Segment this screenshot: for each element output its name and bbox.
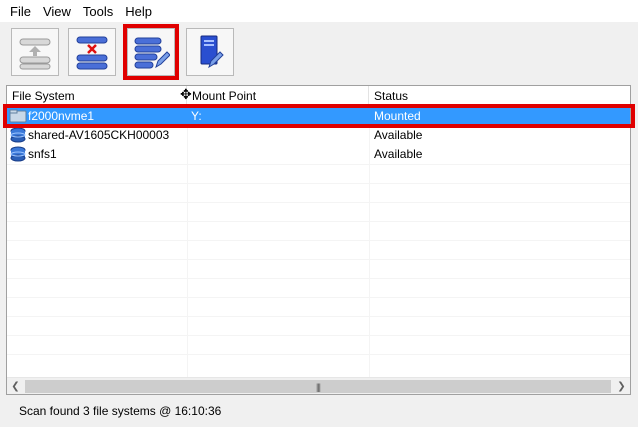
list-edit-icon bbox=[134, 37, 170, 69]
folder-drive-icon bbox=[9, 109, 27, 123]
status-bar: Scan found 3 file systems @ 16:10:36 bbox=[0, 398, 638, 427]
row-divider bbox=[7, 297, 630, 298]
filesystem-name: snfs1 bbox=[28, 147, 57, 161]
server-edit-icon bbox=[200, 35, 224, 69]
table-row[interactable]: shared-AV1605CKH00003 Available bbox=[7, 126, 630, 144]
grip-icon: ||| bbox=[315, 381, 321, 392]
remove-list-icon bbox=[76, 36, 108, 70]
disk-stack-icon bbox=[10, 127, 26, 143]
edit-mount-button[interactable] bbox=[123, 24, 179, 80]
status-value: Available bbox=[374, 147, 423, 161]
file-system-list[interactable]: File System Mount Point Status f2000nvme… bbox=[6, 85, 631, 395]
row-divider bbox=[7, 221, 630, 222]
scan-button[interactable] bbox=[11, 28, 59, 76]
disk-stack-icon bbox=[10, 146, 26, 162]
status-text: Scan found 3 file systems @ 16:10:36 bbox=[19, 404, 222, 418]
status-value: Available bbox=[374, 128, 423, 142]
scroll-left-button[interactable]: ❮ bbox=[7, 378, 24, 394]
column-header-mount-point[interactable]: Mount Point bbox=[187, 86, 369, 106]
column-header-file-system[interactable]: File System bbox=[7, 86, 187, 106]
chevron-left-icon: ❮ bbox=[11, 381, 20, 392]
table-row[interactable]: snfs1 Available bbox=[7, 145, 630, 163]
list-header: File System Mount Point Status bbox=[7, 86, 630, 106]
unmount-button[interactable] bbox=[68, 28, 116, 76]
toolbar bbox=[0, 22, 638, 84]
row-divider bbox=[7, 202, 630, 203]
filesystem-name: shared-AV1605CKH00003 bbox=[28, 128, 170, 142]
horizontal-scrollbar[interactable]: ❮ ||| ❯ bbox=[7, 377, 630, 394]
column-header-status[interactable]: Status bbox=[369, 86, 630, 106]
row-divider bbox=[7, 316, 630, 317]
row-divider bbox=[7, 335, 630, 336]
row-divider bbox=[7, 183, 630, 184]
server-edit-button[interactable] bbox=[186, 28, 234, 76]
row-divider bbox=[7, 240, 630, 241]
mount-point: Y: bbox=[191, 109, 202, 123]
scroll-right-button[interactable]: ❯ bbox=[613, 378, 630, 394]
table-row[interactable]: f2000nvme1 Y: Mounted bbox=[7, 107, 630, 125]
upload-list-icon bbox=[19, 38, 51, 70]
status-value: Mounted bbox=[374, 109, 421, 123]
menu-file[interactable]: File bbox=[4, 2, 37, 21]
row-divider bbox=[7, 354, 630, 355]
row-divider bbox=[7, 164, 630, 165]
menu-tools[interactable]: Tools bbox=[77, 2, 119, 21]
menu-bar: File View Tools Help bbox=[0, 0, 638, 22]
scrollbar-thumb[interactable]: ||| bbox=[25, 380, 611, 393]
filesystem-name: f2000nvme1 bbox=[28, 109, 95, 123]
menu-view[interactable]: View bbox=[37, 2, 77, 21]
row-divider bbox=[7, 278, 630, 279]
resize-cursor-icon: ✥ bbox=[180, 86, 192, 102]
menu-help[interactable]: Help bbox=[119, 2, 158, 21]
row-divider bbox=[7, 259, 630, 260]
chevron-right-icon: ❯ bbox=[617, 381, 626, 392]
